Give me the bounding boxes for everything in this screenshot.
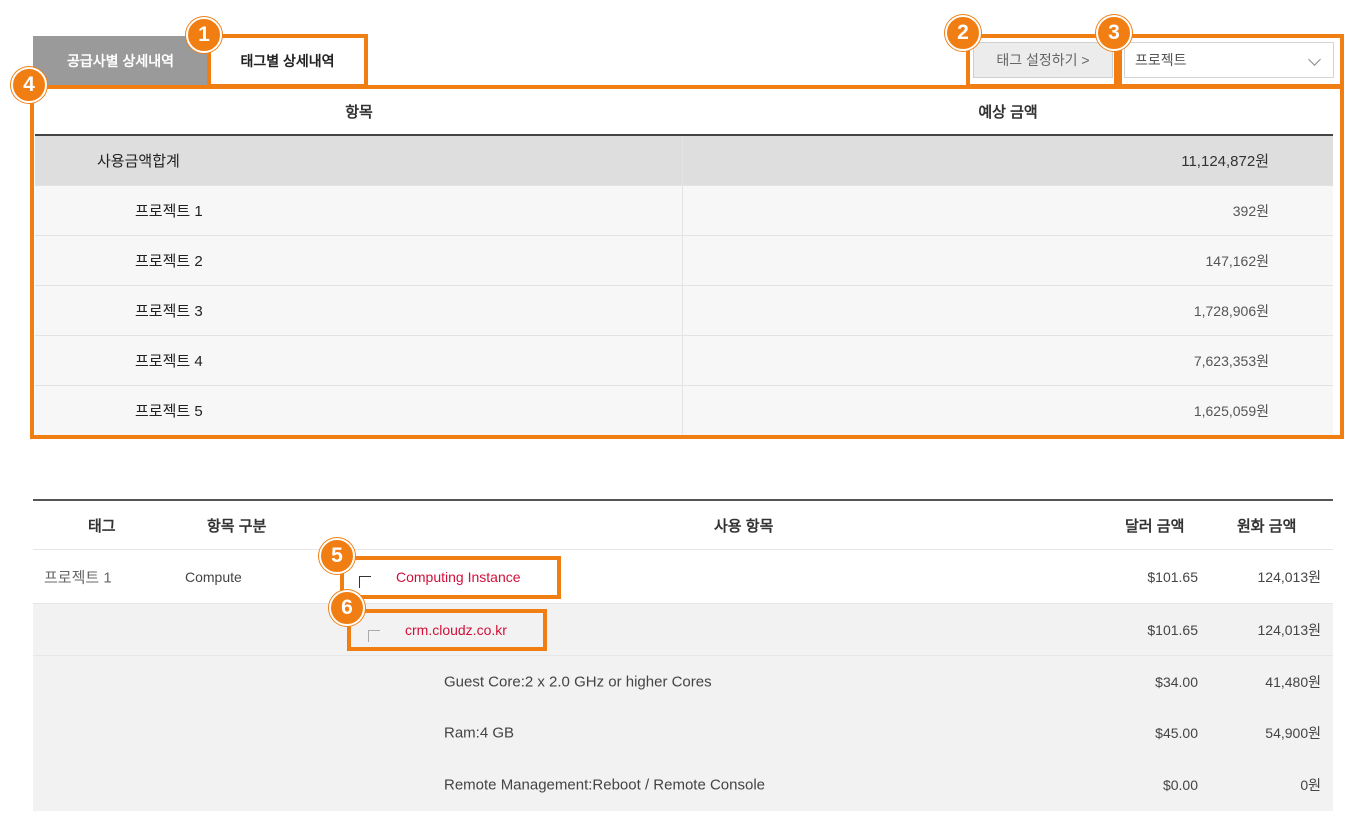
table-row: 프로젝트 4 7,623,353원 [35, 336, 1333, 386]
row-krw: 124,013원 [1257, 621, 1322, 638]
table-row: 프로젝트 1 392원 [35, 186, 1333, 236]
computing-instance-link[interactable]: Computing Instance [396, 569, 521, 585]
row-usd: $45.00 [1155, 725, 1198, 741]
badge-2: 2 [945, 15, 981, 51]
table-row: Remote Management:Reboot / Remote Consol… [33, 759, 1333, 811]
row-label: 프로젝트 4 [35, 336, 683, 385]
detail-header-tag: 태그 [88, 517, 116, 535]
row-krw: 0원 [1300, 777, 1321, 793]
summary-header-amount: 예상 금액 [978, 103, 1038, 121]
detail-header-usd: 달러 금액 [1125, 517, 1185, 535]
summary-header: 항목 예상 금액 [35, 88, 1333, 136]
row-label: 프로젝트 3 [35, 286, 683, 335]
detail-table: 태그 항목 구분 사용 항목 달러 금액 원화 금액 프로젝트 1 Comput… [33, 499, 1333, 811]
detail-header-category: 항목 구분 [207, 517, 267, 535]
row-usd: $101.65 [1147, 621, 1198, 638]
row-label: 프로젝트 2 [35, 236, 683, 285]
summary-header-item: 항목 [345, 103, 373, 121]
summary-total-row: 사용금액합계 11,124,872원 [35, 136, 1333, 186]
chevron-down-icon [1308, 53, 1321, 66]
summary-table: 항목 예상 금액 사용금액합계 11,124,872원 프로젝트 1 392원 … [35, 88, 1333, 436]
chevron-up-icon[interactable] [359, 576, 371, 588]
detail-header: 태그 항목 구분 사용 항목 달러 금액 원화 금액 [33, 499, 1333, 549]
row-krw: 54,900원 [1265, 725, 1321, 741]
row-usd: $101.65 [1147, 568, 1198, 585]
row-usd: $0.00 [1162, 777, 1198, 793]
summary-total-label: 사용금액합계 [35, 136, 683, 185]
table-row: 프로젝트 1 Compute Computing Instance $101.6… [33, 549, 1333, 603]
badge-5: 5 [319, 538, 355, 574]
row-amount: 392원 [1232, 202, 1269, 219]
badge-1: 1 [186, 17, 222, 53]
table-row: Ram:4 GB $45.00 54,900원 [33, 707, 1333, 759]
tag-select[interactable]: 프로젝트 [1124, 42, 1334, 78]
row-krw: 41,480원 [1265, 673, 1321, 690]
host-link[interactable]: crm.cloudz.co.kr [405, 622, 507, 638]
row-amount: 7,623,353원 [1193, 352, 1269, 369]
badge-3: 3 [1096, 15, 1132, 51]
table-row: 프로젝트 2 147,162원 [35, 236, 1333, 286]
row-category: Compute [185, 568, 242, 585]
summary-total-amount: 11,124,872원 [1181, 153, 1269, 170]
chevron-up-icon[interactable] [368, 630, 380, 642]
row-amount: 147,162원 [1205, 252, 1270, 269]
tag-settings-button[interactable]: 태그 설정하기 > [973, 42, 1113, 78]
row-krw: 124,013원 [1257, 568, 1322, 585]
tab-supplier-details[interactable]: 공급사별 상세내역 [33, 36, 208, 86]
row-label: 프로젝트 5 [35, 386, 683, 435]
badge-4: 4 [11, 67, 47, 103]
table-row: Guest Core:2 x 2.0 GHz or higher Cores $… [33, 655, 1333, 707]
tag-select-value: 프로젝트 [1135, 52, 1187, 68]
table-row: crm.cloudz.co.kr $101.65 124,013원 [33, 603, 1333, 655]
badge-6: 6 [329, 590, 365, 626]
table-row: 프로젝트 5 1,625,059원 [35, 386, 1333, 436]
row-usage: Guest Core:2 x 2.0 GHz or higher Cores [444, 673, 712, 690]
tab-tag-details[interactable]: 태그별 상세내역 [209, 36, 366, 86]
table-row: 프로젝트 3 1,728,906원 [35, 286, 1333, 336]
row-amount: 1,728,906원 [1193, 302, 1269, 319]
row-usage: Remote Management:Reboot / Remote Consol… [444, 776, 766, 794]
detail-header-krw: 원화 금액 [1237, 517, 1297, 535]
row-usage: Ram:4 GB [444, 724, 515, 742]
row-usd: $34.00 [1155, 673, 1198, 690]
row-tag: 프로젝트 1 [44, 569, 112, 586]
row-label: 프로젝트 1 [35, 186, 683, 235]
detail-header-usage: 사용 항목 [714, 517, 774, 535]
row-amount: 1,625,059원 [1193, 402, 1269, 419]
